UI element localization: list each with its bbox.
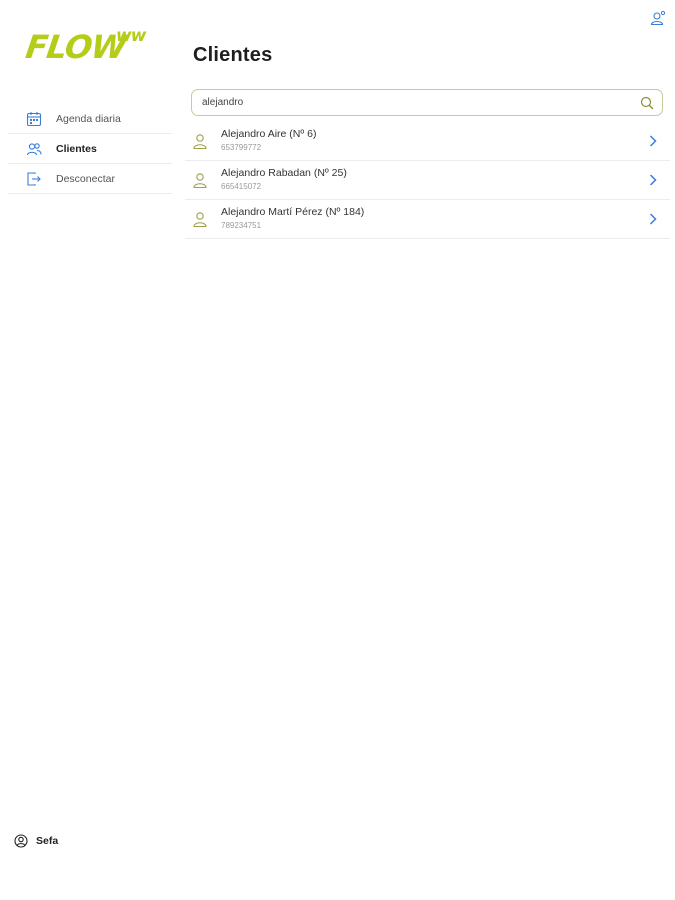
sidebar-item-label: Clientes bbox=[56, 142, 97, 155]
chevron-right-icon[interactable] bbox=[647, 173, 659, 187]
sidebar-item-label: Agenda diaria bbox=[56, 112, 121, 125]
chevron-right-icon[interactable] bbox=[647, 134, 659, 148]
page-title: Clientes bbox=[193, 44, 273, 66]
client-phone: 789234751 bbox=[221, 221, 262, 230]
app-window: FLOW ww Agenda diaria Clientes Desconect… bbox=[0, 0, 675, 900]
current-user-name: Sefa bbox=[36, 835, 59, 847]
search-input[interactable] bbox=[202, 97, 640, 108]
sidebar-item-agenda-diaria[interactable]: Agenda diaria bbox=[8, 104, 172, 134]
logo-sup: ww bbox=[116, 26, 146, 46]
search-bar bbox=[191, 89, 663, 116]
client-name: Alejandro Martí Pérez (Nº 184) bbox=[221, 206, 365, 218]
current-user[interactable]: Sefa bbox=[14, 834, 58, 848]
sidebar-item-desconectar[interactable]: Desconectar bbox=[8, 164, 172, 194]
logout-icon bbox=[26, 171, 42, 187]
sidebar-item-clientes[interactable]: Clientes bbox=[8, 134, 172, 164]
user-icon bbox=[192, 172, 208, 189]
logo-text: FLOW bbox=[23, 28, 129, 66]
client-phone: 653799772 bbox=[221, 143, 262, 152]
client-phone: 665415072 bbox=[221, 182, 262, 191]
user-settings-icon[interactable] bbox=[650, 10, 666, 26]
client-list: Alejandro Aire (Nº 6) 653799772 Alejandr… bbox=[185, 122, 670, 239]
user-icon bbox=[192, 211, 208, 228]
calendar-icon bbox=[26, 111, 42, 127]
sidebar-item-label: Desconectar bbox=[56, 172, 115, 185]
client-name: Alejandro Rabadan (Nº 25) bbox=[221, 167, 347, 179]
list-item[interactable]: Alejandro Rabadan (Nº 25) 665415072 bbox=[185, 161, 670, 200]
sidebar-nav: Agenda diaria Clientes Desconectar bbox=[8, 104, 172, 194]
chevron-right-icon[interactable] bbox=[647, 212, 659, 226]
list-item[interactable]: Alejandro Martí Pérez (Nº 184) 789234751 bbox=[185, 200, 670, 239]
users-icon bbox=[26, 141, 42, 157]
client-name: Alejandro Aire (Nº 6) bbox=[221, 128, 317, 140]
search-icon[interactable] bbox=[640, 96, 654, 110]
flow-logo[interactable]: FLOW ww bbox=[23, 26, 156, 66]
user-icon bbox=[192, 133, 208, 150]
sidebar: FLOW ww Agenda diaria Clientes Desconect… bbox=[0, 0, 172, 900]
list-item[interactable]: Alejandro Aire (Nº 6) 653799772 bbox=[185, 122, 670, 161]
user-circle-icon bbox=[14, 834, 28, 848]
